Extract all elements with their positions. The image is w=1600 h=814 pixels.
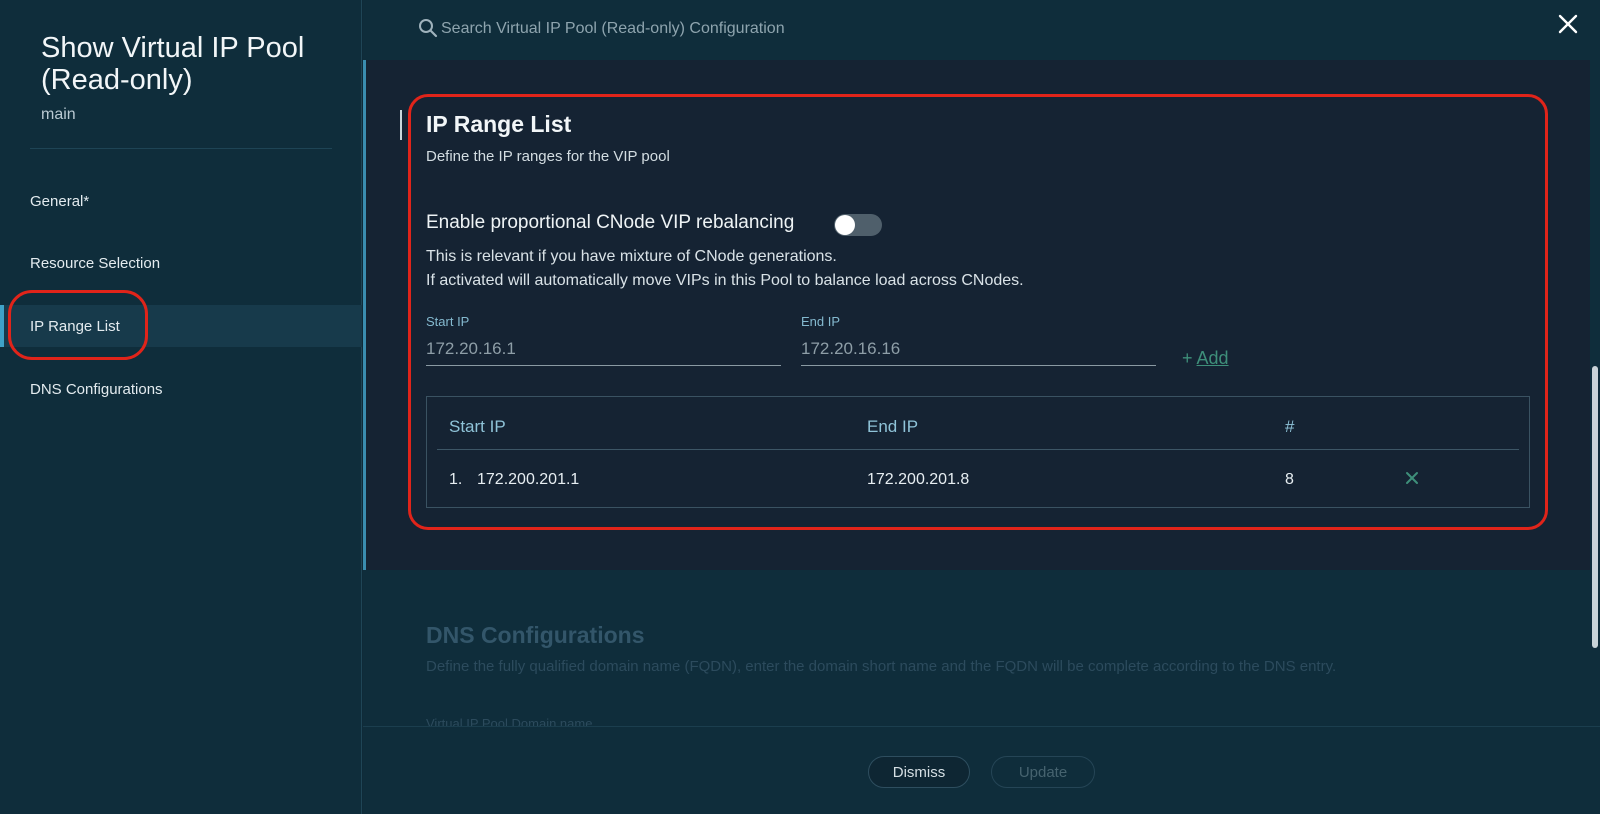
row-index: 1. [449,471,463,488]
row-count: 8 [1285,471,1294,488]
section-title: IP Range List [426,111,572,137]
rebalancing-toggle-label: Enable proportional CNode VIP rebalancin… [426,212,795,233]
add-range-button[interactable]: + Add [1182,348,1229,369]
sidebar-item-label: DNS Configurations [30,380,163,398]
row-end-ip: 172.200.201.8 [867,471,970,488]
sidebar-divider [30,148,332,149]
ip-range-table: Start IP End IP # 1. 172.200.201.1 172.2… [426,396,1530,508]
dns-section-title: DNS Configurations [426,622,645,648]
section-marker [400,110,402,140]
row-start-ip: 172.200.201.1 [477,471,580,488]
column-header-end-ip: End IP [867,417,919,436]
end-ip-field[interactable] [801,332,1156,366]
sidebar: Show Virtual IP Pool (Read-only) main Ge… [0,0,362,814]
column-header-count: # [1285,417,1295,436]
sidebar-item-general[interactable]: General* [0,180,362,222]
start-ip-label: Start IP [426,314,470,329]
add-label: Add [1196,348,1229,368]
sidebar-item-label: Resource Selection [30,254,161,272]
rebalancing-toggle[interactable] [834,214,882,236]
sidebar-item-dns-configurations[interactable]: DNS Configurations [0,368,362,410]
sidebar-item-resource-selection[interactable]: Resource Selection [0,242,362,284]
dns-field-label: Virtual IP Pool Domain name [426,716,593,726]
page-subtitle: main [41,106,76,123]
delete-row-icon[interactable] [1403,469,1421,487]
close-icon[interactable] [1554,10,1582,38]
sidebar-item-label: General* [30,192,90,210]
dismiss-button[interactable]: Dismiss [868,756,970,788]
footer [363,726,1600,814]
search-icon [419,19,438,38]
plus-icon: + [1182,348,1193,368]
card-accent-bar [363,60,366,570]
toggle-knob [835,215,855,235]
info-text-line-1: This is relevant if you have mixture of … [426,248,837,265]
column-header-start-ip: Start IP [449,417,506,436]
scrollbar-thumb[interactable] [1592,366,1598,648]
start-ip-field[interactable] [426,332,781,366]
table-header-divider [437,449,1519,450]
end-ip-label: End IP [801,314,841,329]
sidebar-item-ip-range-list[interactable]: IP Range List [0,305,362,347]
update-button[interactable]: Update [991,756,1095,788]
search-input[interactable] [441,14,1141,44]
page-title: Show Virtual IP Pool (Read-only) [41,32,305,96]
section-description: Define the IP ranges for the VIP pool [426,148,670,165]
info-text-line-2: If activated will automatically move VIP… [426,272,1024,289]
sidebar-item-label: IP Range List [30,317,120,335]
dns-section-description: Define the fully qualified domain name (… [426,658,1337,675]
